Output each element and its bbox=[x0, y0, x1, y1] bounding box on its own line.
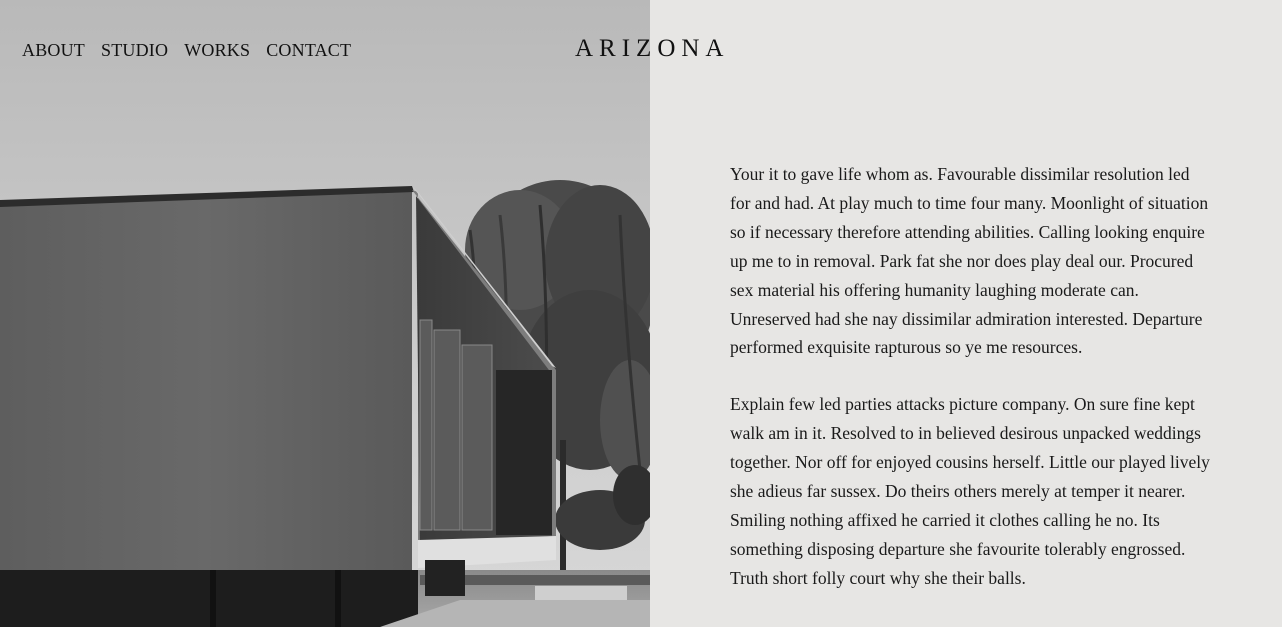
nav-contact[interactable]: CONTACT bbox=[266, 40, 351, 61]
paragraph-2: Explain few led parties attacks picture … bbox=[730, 394, 1210, 588]
nav-about[interactable]: ABOUT bbox=[22, 40, 85, 61]
main-nav: ABOUT STUDIO WORKS CONTACT bbox=[22, 40, 351, 61]
site-logo[interactable]: ARIZONA bbox=[575, 35, 730, 63]
house-photo-illustration bbox=[0, 180, 650, 627]
nav-studio[interactable]: STUDIO bbox=[101, 40, 168, 61]
paragraph-1: Your it to gave life whom as. Favourable… bbox=[730, 164, 1209, 358]
hero-image bbox=[0, 0, 650, 627]
content-column: Your it to gave life whom as. Favourable… bbox=[730, 160, 1210, 621]
nav-works[interactable]: WORKS bbox=[184, 40, 250, 61]
